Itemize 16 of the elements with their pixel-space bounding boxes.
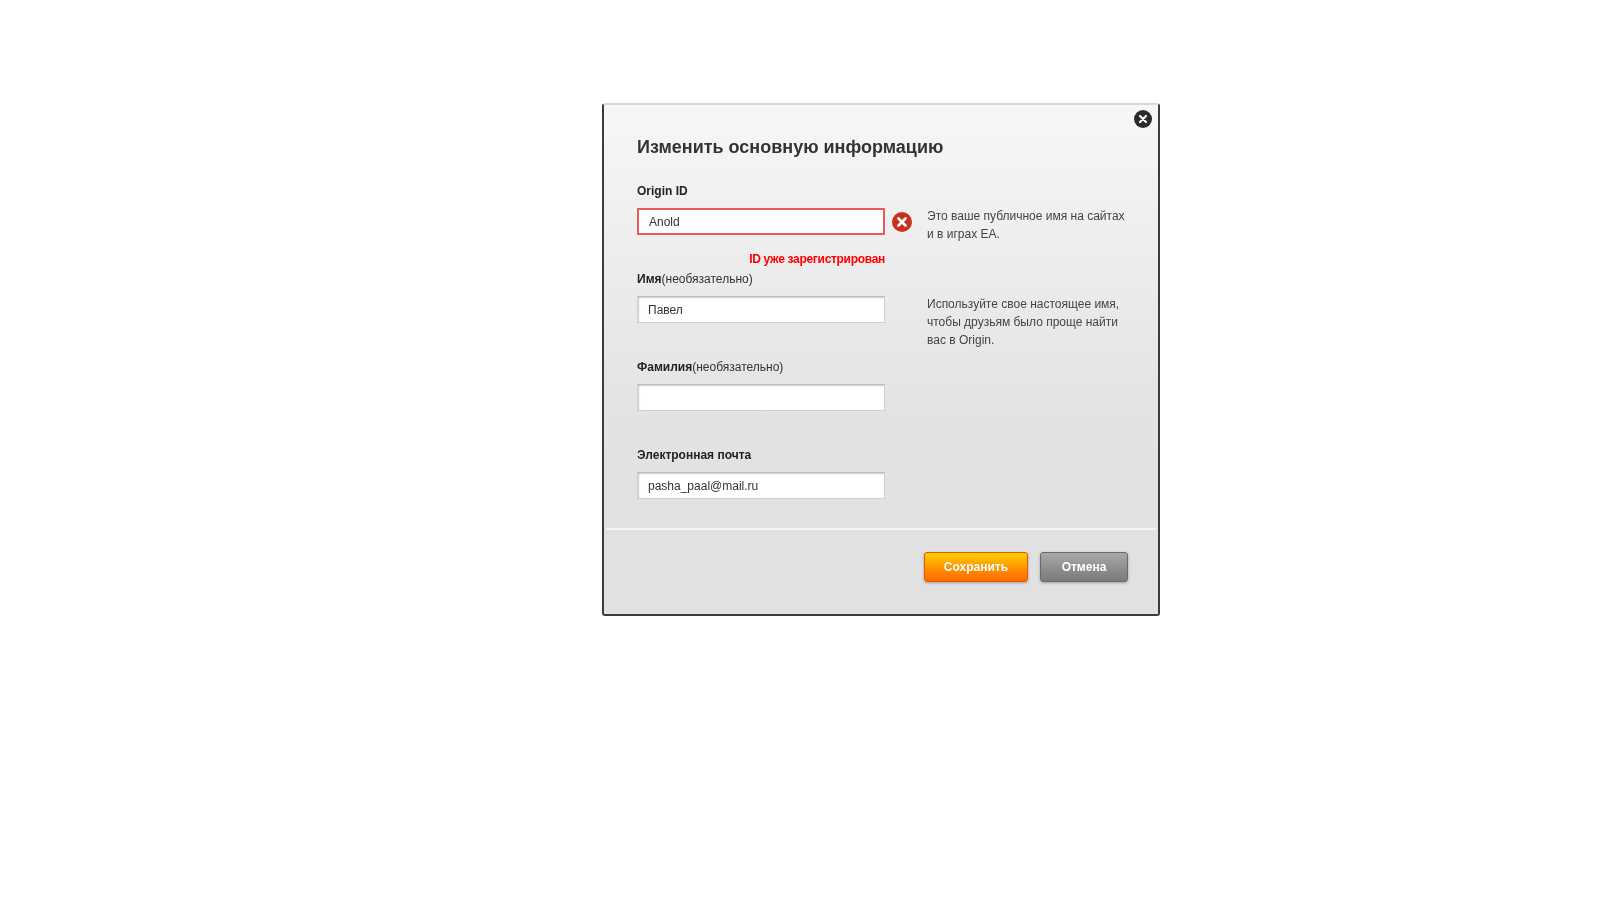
dialog-title: Изменить основную информацию (637, 137, 945, 158)
optional-note: (необязательно) (692, 360, 784, 374)
field-label: Имя (637, 272, 662, 286)
input-field[interactable] (637, 384, 885, 411)
field-hint: Используйте свое настоящее имя, чтобы друзьям было проще найти вас в Origin. (927, 297, 1120, 347)
optional-note: (необязательно) (661, 272, 753, 286)
input-field[interactable]: Павел (637, 296, 885, 323)
close-icon[interactable] (1134, 110, 1152, 128)
field-label: Фамилия (637, 360, 693, 374)
error-message: ID уже зарегистрирован (749, 252, 885, 266)
field-label: Электронная почта (637, 448, 752, 462)
field-label: Origin ID (637, 184, 688, 198)
input-field[interactable]: Anold (637, 208, 885, 235)
field-hint: Это ваше публичное имя на сайтах и в играх EA. (927, 209, 1125, 241)
input-field[interactable]: pasha_paal@mail.ru (637, 472, 885, 499)
error-icon (892, 211, 912, 232)
